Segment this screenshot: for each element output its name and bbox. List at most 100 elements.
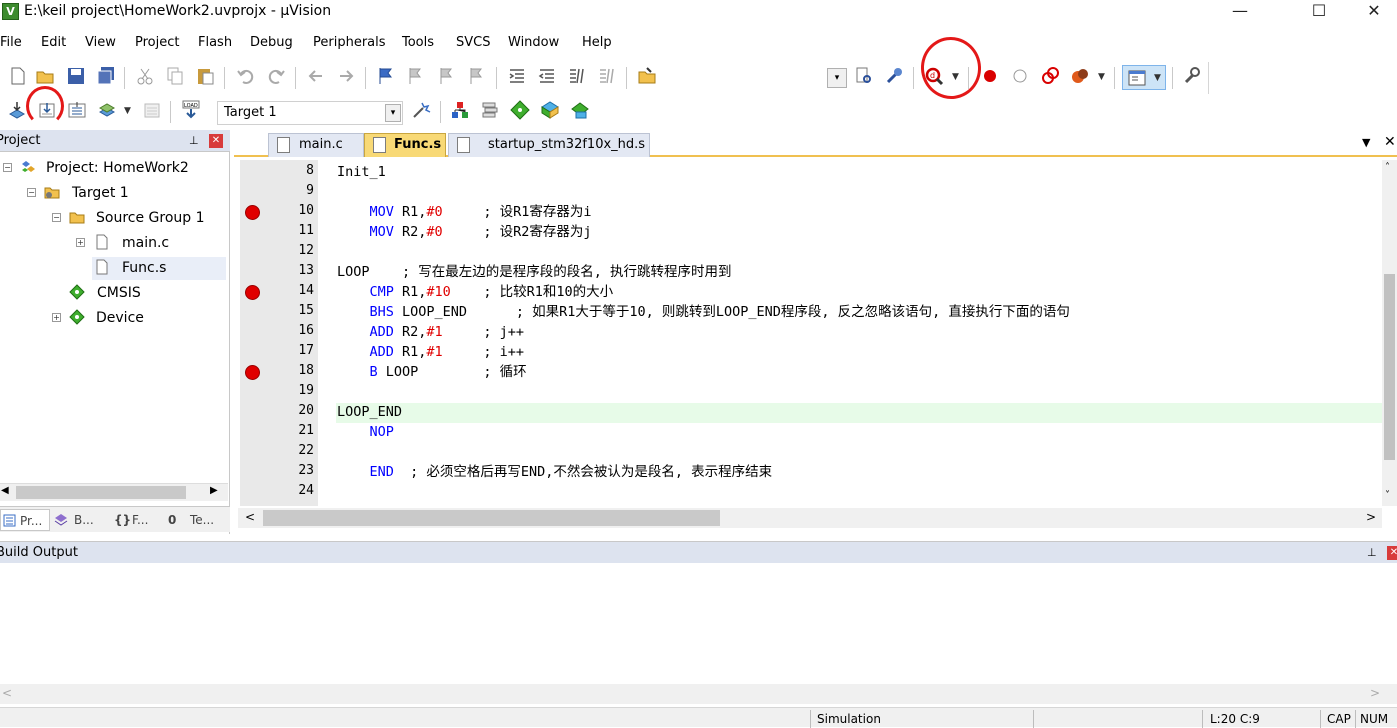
code-line[interactable]: ADD R1,#1 ; i++ (337, 342, 524, 362)
redo-icon[interactable] (266, 66, 286, 86)
paste-icon[interactable] (195, 66, 215, 86)
scroll-up-icon[interactable]: ˄ (1385, 162, 1390, 173)
cut-icon[interactable] (135, 66, 155, 86)
code-editor[interactable]: Init_1 MOV R1,#0 ; 设R1寄存器为i MOV R2,#0 ; … (318, 160, 1381, 506)
menu-window[interactable]: Window (508, 35, 559, 50)
line-number[interactable]: 21 (278, 423, 314, 438)
editor-vertical-scrollbar[interactable]: ˄ ˅ (1382, 160, 1397, 506)
target-dropdown-icon[interactable]: ▾ (385, 104, 401, 122)
copy-icon[interactable] (165, 66, 185, 86)
breakpoint-marker-icon[interactable] (245, 365, 260, 380)
rebuild-icon[interactable] (67, 100, 87, 120)
comment-icon[interactable] (567, 66, 587, 86)
target-select[interactable]: Target 1 ▾ (217, 101, 403, 125)
stop-build-icon[interactable] (142, 100, 162, 120)
menu-flash[interactable]: Flash (198, 35, 232, 50)
tree-collapse-toggle[interactable]: − (52, 213, 61, 222)
line-number[interactable]: 17 (278, 343, 314, 358)
find-dropdown-button[interactable]: ▾ (827, 68, 847, 88)
configuration-wrench-icon[interactable] (1182, 66, 1202, 86)
line-number[interactable]: 14 (278, 283, 314, 298)
line-number[interactable]: 24 (278, 483, 314, 498)
pack-installer-arrow-icon[interactable] (570, 100, 590, 120)
line-number[interactable]: 9 (278, 183, 314, 198)
menu-project[interactable]: Project (135, 35, 179, 50)
pack-installer-icon[interactable] (540, 100, 560, 120)
build-output-horizontal-scrollbar[interactable]: < > (0, 684, 1397, 704)
tree-expand-toggle[interactable]: + (52, 313, 61, 322)
nav-forward-icon[interactable] (336, 66, 356, 86)
code-line[interactable]: B LOOP ; 循环 (337, 362, 527, 382)
line-number[interactable]: 20 (278, 403, 314, 418)
code-line[interactable]: LOOP_END (337, 402, 402, 422)
scroll-right-icon[interactable]: > (1370, 686, 1380, 700)
menu-tools[interactable]: Tools (402, 35, 434, 50)
line-number[interactable]: 23 (278, 463, 314, 478)
scroll-left-icon[interactable]: < (245, 510, 255, 524)
menu-peripherals[interactable]: Peripherals (313, 35, 386, 50)
nav-back-icon[interactable] (306, 66, 326, 86)
line-number[interactable]: 8 (278, 163, 314, 178)
editor-horizontal-scrollbar[interactable]: < > (238, 508, 1382, 528)
tree-collapse-toggle[interactable]: − (3, 163, 12, 172)
tree-item-source-group[interactable]: Source Group 1 (96, 210, 205, 226)
line-number[interactable]: 18 (278, 363, 314, 378)
tab-list-dropdown-icon[interactable]: ▼ (1362, 136, 1370, 149)
disable-all-breakpoints-icon[interactable] (1040, 66, 1060, 86)
build-output-content[interactable] (0, 564, 1397, 684)
code-line[interactable]: ADD R2,#1 ; j++ (337, 322, 524, 342)
line-number[interactable]: 13 (278, 263, 314, 278)
download-load-icon[interactable]: LOAD (181, 100, 201, 120)
editor-tab-main-c[interactable]: main.c (268, 133, 364, 157)
line-number[interactable]: 11 (278, 223, 314, 238)
code-line[interactable]: END ; 必须空格后再写END,不然会被认为是段名, 表示程序结束 (337, 462, 773, 482)
options-for-target-icon[interactable] (411, 100, 431, 120)
manage-project-items-icon[interactable] (450, 100, 470, 120)
scroll-thumb[interactable] (1384, 274, 1395, 460)
scroll-left-icon[interactable]: < (2, 686, 12, 700)
window-layout-button[interactable]: ▼ (1122, 65, 1166, 90)
tree-item-target[interactable]: Target 1 (72, 185, 129, 201)
code-line[interactable]: BHS LOOP_END ; 如果R1大于等于10, 则跳转到LOOP_END程… (337, 302, 1070, 322)
menu-svcs[interactable]: SVCS (456, 35, 490, 50)
code-line[interactable]: LOOP ; 写在最左边的是程序段的段名, 执行跳转程序时用到 (337, 262, 732, 282)
tab-books[interactable]: B... (52, 509, 107, 531)
maximize-button[interactable]: ☐ (1296, 0, 1342, 24)
bookmark-clear-icon[interactable] (466, 66, 486, 86)
insert-breakpoint-icon[interactable] (980, 66, 1000, 86)
line-number[interactable]: 16 (278, 323, 314, 338)
uncomment-icon[interactable] (597, 66, 617, 86)
find-icon[interactable] (854, 66, 874, 86)
tree-item-cmsis[interactable]: CMSIS (97, 285, 141, 301)
tree-item-project[interactable]: Project: HomeWork2 (46, 160, 189, 176)
tab-project[interactable]: Pr... (0, 509, 50, 531)
code-line[interactable]: NOP (337, 422, 394, 442)
scroll-down-icon[interactable]: ˅ (1385, 490, 1390, 501)
tree-item-main-c[interactable]: main.c (122, 235, 169, 251)
translate-icon[interactable] (7, 100, 27, 120)
tree-expand-toggle[interactable]: + (76, 238, 85, 247)
indent-icon[interactable] (507, 66, 527, 86)
scroll-right-icon[interactable]: > (1366, 510, 1376, 524)
code-line[interactable]: MOV R1,#0 ; 设R1寄存器为i (337, 202, 592, 222)
tree-collapse-toggle[interactable]: − (27, 188, 36, 197)
code-line[interactable]: Init_1 (337, 162, 386, 182)
select-packs-icon[interactable] (480, 100, 500, 120)
pin-icon[interactable]: ⊥ (1367, 546, 1377, 559)
save-all-icon[interactable] (96, 66, 116, 86)
find-in-files-icon[interactable] (637, 66, 657, 86)
line-number[interactable]: 22 (278, 443, 314, 458)
editor-close-icon[interactable]: ✕ (1384, 134, 1396, 150)
tab-templates[interactable]: 0 Te... (166, 509, 228, 531)
scroll-thumb[interactable] (263, 510, 720, 526)
batch-build-dropdown-icon[interactable]: ▼ (124, 106, 131, 116)
scroll-left-icon[interactable]: ◀ (1, 485, 9, 496)
line-number[interactable]: 19 (278, 383, 314, 398)
kill-all-breakpoints-icon[interactable] (1070, 66, 1090, 86)
menu-edit[interactable]: Edit (41, 35, 66, 50)
unindent-icon[interactable] (537, 66, 557, 86)
editor-tab-func-s[interactable]: Func.s (364, 133, 446, 157)
build-output-close-icon[interactable]: ✕ (1387, 546, 1397, 560)
menu-debug[interactable]: Debug (250, 35, 293, 50)
breakpoint-marker-icon[interactable] (245, 205, 260, 220)
